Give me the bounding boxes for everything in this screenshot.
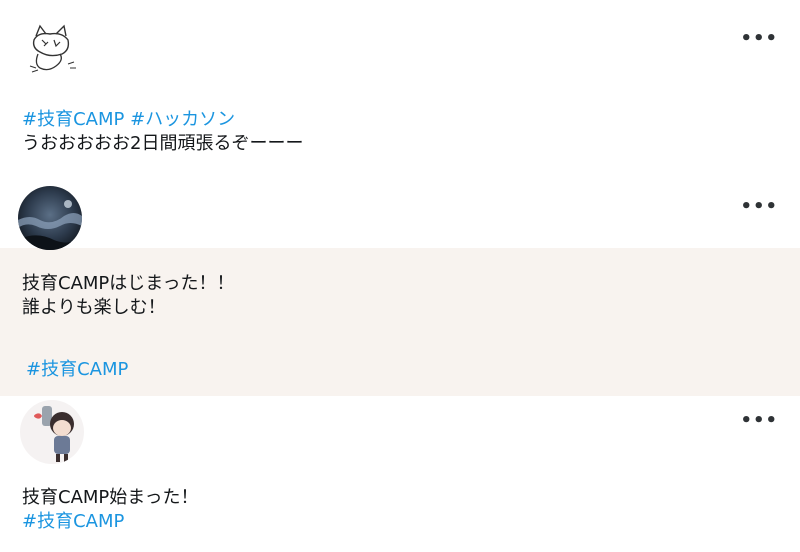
illustrated-girl-icon: [20, 400, 84, 464]
tweet-line: 技育CAMP始まった！: [22, 487, 199, 508]
tweet-text: 技育CAMPはじまった！！ 誰よりも楽しむ！: [22, 272, 235, 320]
avatar[interactable]: [18, 186, 82, 250]
tweet-text: #技育CAMP #ハッカソン うおおおおお2日間頑張るぞーーー: [22, 108, 303, 156]
hashtag-link[interactable]: #技育CAMP: [22, 109, 124, 130]
avatar[interactable]: [20, 400, 84, 464]
night-sky-photo-icon: [18, 186, 82, 250]
more-options-button[interactable]: •••: [740, 412, 778, 430]
hashtag-link[interactable]: #技育CAMP: [22, 511, 124, 532]
tweet-2: ••• 技育CAMPはじまった！！ 誰よりも楽しむ！ #技育CAMP: [0, 182, 800, 396]
tweet-body: うおおおおお2日間頑張るぞーーー: [22, 133, 304, 154]
tweet-3: ••• 技育CAMP始まった！ #技育CAMP: [0, 396, 800, 552]
tweet-hashtag-line: #技育CAMP: [26, 358, 128, 382]
cat-doodle-icon: [22, 18, 86, 82]
more-options-button[interactable]: •••: [740, 198, 778, 216]
hashtag-link[interactable]: #技育CAMP: [26, 359, 128, 380]
more-options-button[interactable]: •••: [740, 30, 778, 48]
tweet-text: 技育CAMP始まった！ #技育CAMP: [22, 486, 199, 534]
avatar[interactable]: [22, 18, 86, 82]
tweet-line: 誰よりも楽しむ！: [22, 297, 166, 318]
hashtag-link[interactable]: #ハッカソン: [130, 109, 235, 130]
tweet-1: ••• #技育CAMP #ハッカソン うおおおおお2日間頑張るぞーーー: [0, 0, 800, 182]
tweet-line: 技育CAMPはじまった！！: [22, 273, 235, 294]
